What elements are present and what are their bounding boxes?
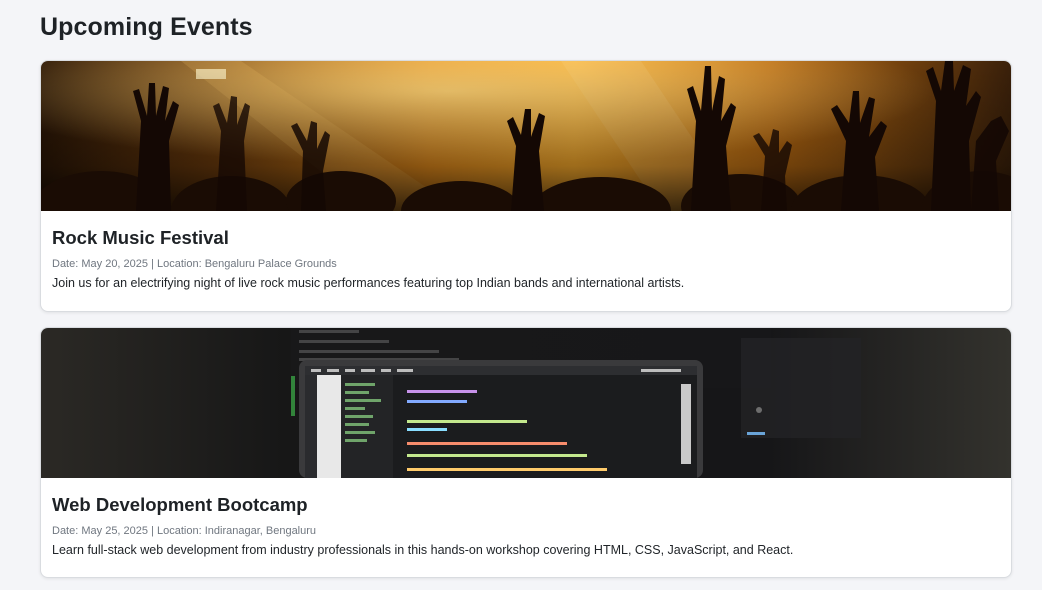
event-card-web-development-bootcamp[interactable]: Web Development Bootcamp Date: May 25, 2… (40, 327, 1012, 578)
page-title: Upcoming Events (40, 13, 253, 41)
event-card-body: Rock Music Festival Date: May 20, 2025 |… (41, 227, 1011, 291)
event-meta: Date: May 20, 2025 | Location: Bengaluru… (52, 258, 337, 270)
event-date: May 20, 2025 (81, 258, 149, 270)
event-location: Bengaluru Palace Grounds (204, 258, 337, 270)
event-card-body: Web Development Bootcamp Date: May 25, 2… (41, 494, 1011, 558)
event-date: May 25, 2025 (81, 525, 149, 537)
event-location: Indiranagar, Bengaluru (204, 525, 317, 537)
event-meta: Date: May 25, 2025 | Location: Indiranag… (52, 525, 317, 537)
event-description: Learn full-stack web development from in… (52, 543, 794, 557)
event-description: Join us for an electrifying night of liv… (52, 276, 685, 290)
event-title[interactable]: Web Development Bootcamp (52, 494, 1000, 516)
events-page: Upcoming Events Rock Music Festival Date… (0, 0, 1042, 590)
event-title[interactable]: Rock Music Festival (52, 227, 1000, 249)
concert-crowd-image (41, 61, 1011, 211)
event-date-label: Date: (52, 525, 79, 537)
event-location-label: Location: (157, 258, 202, 270)
laptop-code-image (41, 328, 1011, 478)
event-date-label: Date: (52, 258, 79, 270)
event-location-label: Location: (157, 525, 202, 537)
event-card-rock-music-festival[interactable]: Rock Music Festival Date: May 20, 2025 |… (40, 60, 1012, 312)
